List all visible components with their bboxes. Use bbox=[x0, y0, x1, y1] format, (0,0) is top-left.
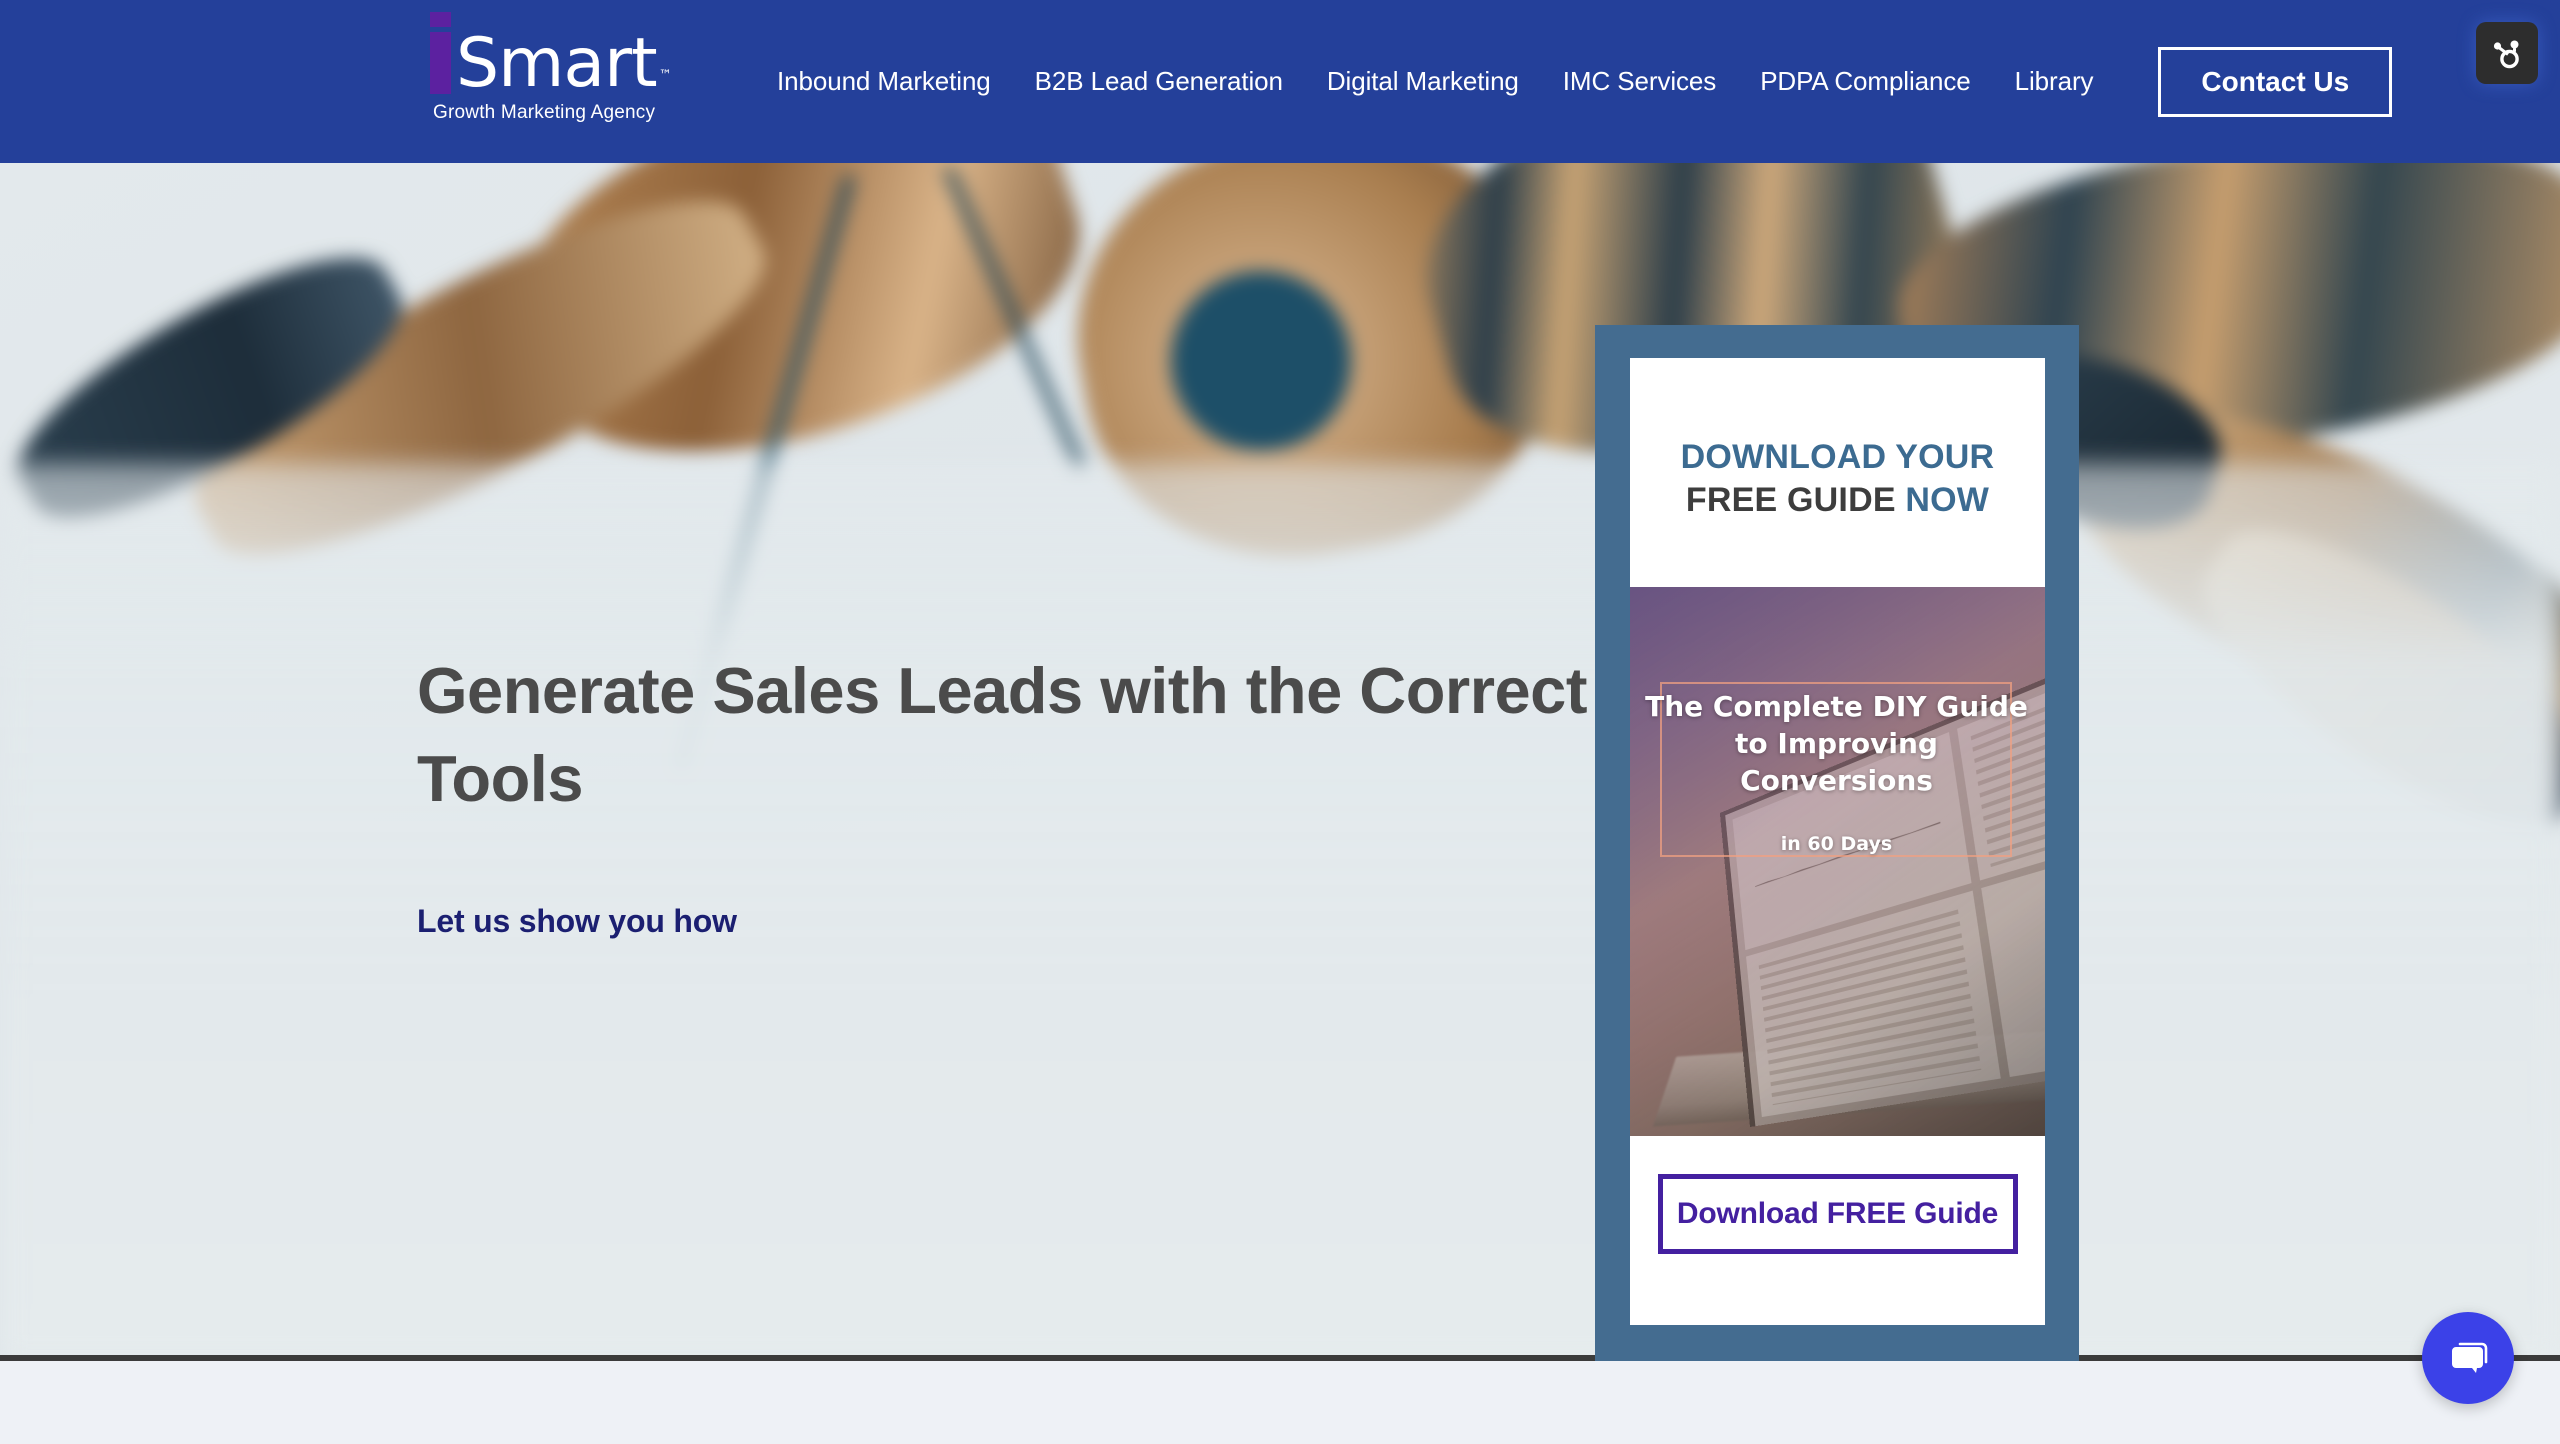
ebook-title: The Complete DIY Guide to Improving Conv… bbox=[1644, 688, 2029, 800]
paper-surface bbox=[0, 463, 2560, 1361]
download-free-guide-button[interactable]: Download FREE Guide bbox=[1658, 1174, 2018, 1254]
hero-section: Generate Sales Leads with the Correct To… bbox=[0, 163, 2560, 1361]
offer-heading-line-1: DOWNLOAD YOUR bbox=[1681, 436, 1995, 479]
trademark-icon: ™ bbox=[659, 42, 671, 110]
ebook-cover-image: The Complete DIY Guide to Improving Conv… bbox=[1630, 587, 2045, 1136]
nav-item-imc-services[interactable]: IMC Services bbox=[1541, 66, 1738, 97]
offer-heading-now: NOW bbox=[1905, 481, 1989, 519]
hubspot-sprocket-glyph bbox=[2489, 35, 2525, 71]
logo-wordmark: Smart ™ bbox=[456, 30, 657, 98]
page-body-below-fold bbox=[0, 1367, 2560, 1444]
site-logo[interactable]: Smart ™ Growth Marketing Agency bbox=[430, 20, 660, 130]
offer-card-footer: Download FREE Guide bbox=[1630, 1136, 2045, 1325]
hubspot-sprocket-icon[interactable] bbox=[2476, 22, 2538, 84]
logo-mark: Smart ™ bbox=[430, 20, 657, 98]
contact-us-button[interactable]: Contact Us bbox=[2158, 47, 2392, 117]
ebook-color-overlay bbox=[1630, 587, 2045, 1136]
chat-bubble-icon bbox=[2443, 1333, 2493, 1383]
ebook-subtitle: in 60 Days bbox=[1644, 833, 2029, 855]
nav-item-b2b-lead-generation[interactable]: B2B Lead Generation bbox=[1013, 66, 1305, 97]
offer-card: DOWNLOAD YOUR FREE GUIDE NOW The Complet… bbox=[1630, 358, 2045, 1325]
hero-subheadline: Let us show you how bbox=[417, 903, 737, 940]
chat-widget-button[interactable] bbox=[2422, 1312, 2514, 1404]
hero-headline: Generate Sales Leads with the Correct To… bbox=[417, 647, 1597, 824]
nav-item-library[interactable]: Library bbox=[1993, 66, 2116, 97]
nav-item-digital-marketing[interactable]: Digital Marketing bbox=[1305, 66, 1541, 97]
nav-item-inbound-marketing[interactable]: Inbound Marketing bbox=[755, 66, 1013, 97]
main-navigation: Inbound Marketing B2B Lead Generation Di… bbox=[755, 0, 2392, 163]
logo-tagline: Growth Marketing Agency bbox=[433, 102, 655, 124]
site-header: Smart ™ Growth Marketing Agency Inbound … bbox=[0, 0, 2560, 163]
logo-letter-i-icon bbox=[430, 32, 451, 94]
logo-wordmark-text: Smart bbox=[456, 24, 657, 103]
offer-card-heading: DOWNLOAD YOUR FREE GUIDE NOW bbox=[1630, 358, 2045, 587]
offer-heading-line-2: FREE GUIDE NOW bbox=[1686, 479, 1989, 522]
nav-item-pdpa-compliance[interactable]: PDPA Compliance bbox=[1738, 66, 1992, 97]
offer-heading-free-guide: FREE GUIDE bbox=[1686, 481, 1896, 519]
